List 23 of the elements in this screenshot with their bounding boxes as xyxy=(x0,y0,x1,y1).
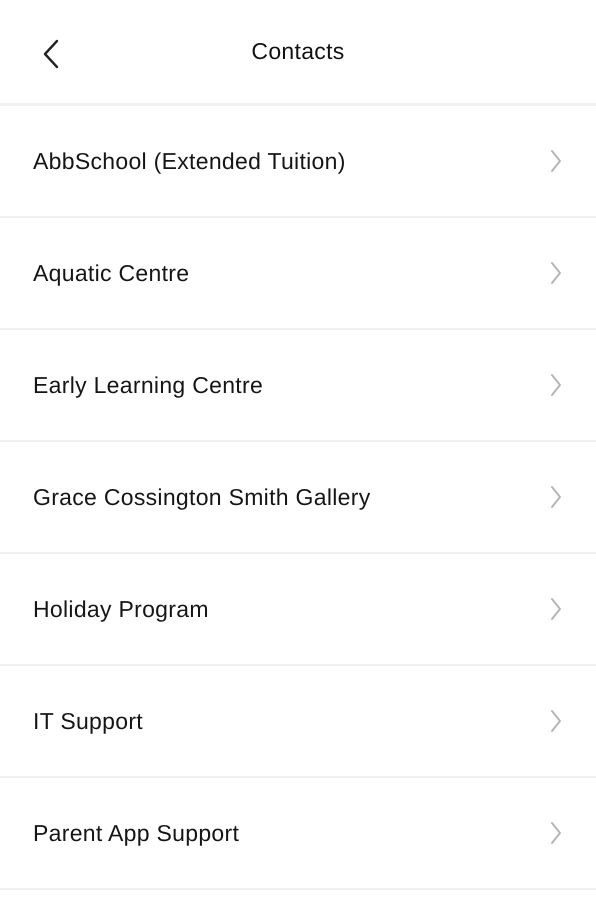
chevron-right-icon xyxy=(550,597,562,621)
chevron-right-icon xyxy=(550,149,562,173)
chevron-right-icon xyxy=(550,821,562,845)
contact-name: IT Support xyxy=(33,708,143,734)
back-icon xyxy=(43,39,59,69)
contact-name: AbbSchool (Extended Tuition) xyxy=(33,148,346,174)
contact-item[interactable]: Grace Cossington Smith Gallery xyxy=(0,442,596,554)
chevron-right-icon xyxy=(550,485,562,509)
contact-item[interactable]: Early Learning Centre xyxy=(0,330,596,442)
contact-item[interactable]: AbbSchool (Extended Tuition) xyxy=(0,106,596,218)
contact-item[interactable]: Holiday Program xyxy=(0,554,596,666)
contact-name: Parent App Support xyxy=(33,820,240,846)
chevron-right-icon xyxy=(550,261,562,285)
contact-name: Holiday Program xyxy=(33,596,209,622)
contact-item[interactable]: Parent App Support xyxy=(0,778,596,890)
page-title: Contacts xyxy=(251,38,345,65)
chevron-right-icon xyxy=(550,709,562,733)
contact-name: Grace Cossington Smith Gallery xyxy=(33,484,371,510)
contact-name: Early Learning Centre xyxy=(33,372,264,398)
contact-name: Aquatic Centre xyxy=(33,260,190,286)
chevron-right-icon xyxy=(550,373,562,397)
contact-item[interactable]: Aquatic Centre xyxy=(0,218,596,330)
contact-item[interactable]: IT Support xyxy=(0,666,596,778)
